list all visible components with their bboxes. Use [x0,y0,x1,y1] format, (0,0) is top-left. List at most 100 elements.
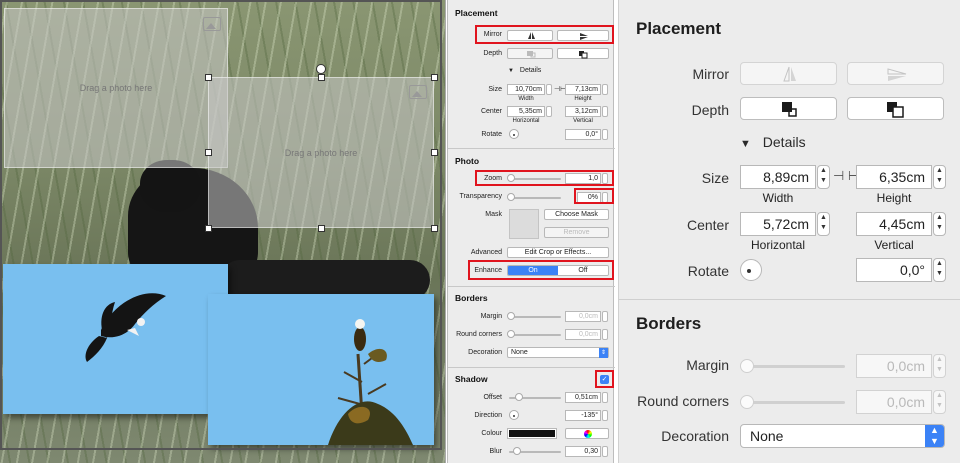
center-label: Center [686,217,729,233]
round-corners-slider[interactable] [743,401,845,404]
vertical-stepper[interactable]: ▲ ▼ [933,212,946,236]
blur-label: Blur [489,448,502,455]
height-caption: Height [876,191,912,205]
horizontal-stepper[interactable]: ▲ ▼ [817,212,830,236]
width-stepper[interactable]: ▲ ▼ [817,165,830,189]
horizontal-field[interactable]: 5,35cm [507,106,545,117]
mask-well[interactable] [509,209,539,239]
placement-title: Placement [636,19,722,38]
decoration-select[interactable]: None ⇕ [507,347,609,358]
margin-stepper[interactable] [602,311,608,322]
details-label: Details [762,134,806,150]
margin-slider[interactable] [743,365,845,368]
select-chevron-icon: ⇕ [599,348,608,358]
details-disclosure[interactable]: ▼ Details [508,67,541,74]
height-stepper[interactable]: ▲ ▼ [933,165,946,189]
depth-label: Depth [483,50,502,57]
rotate-dial[interactable] [740,259,762,281]
direction-stepper[interactable] [602,410,608,421]
disclosure-triangle-icon: ▼ [740,138,751,150]
rotate-dial[interactable] [509,129,519,139]
transparency-slider-knob[interactable] [507,193,515,201]
decoration-select[interactable]: None ▲ ▼ [740,424,945,448]
horizontal-field[interactable]: 5,72cm [740,212,816,236]
round-corners-slider-knob[interactable] [740,395,754,409]
round-corners-stepper[interactable] [602,329,608,340]
vertical-stepper[interactable] [602,106,608,117]
send-backward-icon [579,51,588,59]
advanced-label: Advanced [470,249,502,256]
send-backward-button[interactable] [847,97,944,120]
send-backward-button[interactable] [557,48,609,59]
mirror-vertical-button[interactable] [847,62,944,85]
margin-slider[interactable] [509,316,561,318]
horizontal-stepper[interactable] [546,106,552,117]
bring-forward-icon [527,51,536,58]
margin-field[interactable]: 0,0cm [856,354,932,378]
colour-picker-button[interactable] [565,428,609,439]
round-corners-field[interactable]: 0,0cm [565,329,601,340]
height-stepper[interactable] [602,84,608,95]
offset-stepper[interactable] [602,392,608,403]
rotate-label: Rotate [687,263,729,279]
rotate-field[interactable]: 0,0° [856,258,932,282]
rotate-stepper[interactable]: ▲ ▼ [933,258,946,282]
direction-dial[interactable] [509,410,519,420]
details-disclosure[interactable]: ▼ Details [740,134,806,150]
width-stepper[interactable] [546,84,552,95]
bring-forward-button[interactable] [507,48,553,59]
colour-wheel-icon [584,430,592,438]
remove-mask-button[interactable]: Remove [544,227,609,238]
height-field[interactable]: 6,35cm [856,165,932,189]
highlight-enhance [468,260,614,280]
format-inspector: Placement Mirror Depth ▼ Details Size 10… [447,0,615,463]
size-label: Size [701,170,729,186]
width-field[interactable]: 10,70cm [507,84,545,95]
transparency-slider[interactable] [509,197,561,199]
select-chevron-icon: ▲ ▼ [925,425,944,447]
offset-label: Offset [483,394,502,401]
depth-label: Depth [691,102,729,118]
shadow-colour-well[interactable] [507,428,557,439]
rotate-stepper[interactable] [602,129,608,140]
photo-canvas[interactable]: Drag a photo here Drag a photo here [0,0,446,463]
height-caption: Height [574,96,592,102]
highlight-zoom [475,170,614,186]
size-label: Size [488,86,502,93]
round-corners-label: Round corners [456,331,502,338]
direction-field[interactable]: -135° [565,410,601,421]
round-corners-slider[interactable] [509,334,561,336]
height-field[interactable]: 7,13cm [565,84,601,95]
shadow-title: Shadow [455,374,488,384]
round-corners-stepper[interactable]: ▲ ▼ [933,390,946,414]
section-divider [448,148,615,149]
choose-mask-button[interactable]: Choose Mask [544,209,609,220]
colour-label: Colour [481,430,502,437]
direction-label: Direction [474,412,502,419]
bring-forward-button[interactable] [740,97,837,120]
mirror-horizontal-button[interactable] [740,62,837,85]
blur-slider-knob[interactable] [513,447,521,455]
vertical-field[interactable]: 3,12cm [565,106,601,117]
placement-title: Placement [455,8,498,18]
rotate-field[interactable]: 0,0° [565,129,601,140]
highlight-mirror [475,25,614,44]
edit-crop-button[interactable]: Edit Crop or Effects... [507,247,609,258]
blur-stepper[interactable] [602,446,608,457]
margin-slider-knob[interactable] [740,359,754,373]
offset-slider-knob[interactable] [515,393,523,401]
width-field[interactable]: 8,89cm [740,165,816,189]
zoomed-inspector-detail: Placement Mirror Depth ▼ Details Size 8,… [618,0,960,463]
margin-stepper[interactable]: ▲ ▼ [933,354,946,378]
vertical-caption: Vertical [874,238,914,252]
page-frame [0,0,442,450]
bring-forward-icon [782,102,797,117]
vertical-field[interactable]: 4,45cm [856,212,932,236]
blur-field[interactable]: 0,30 [565,446,601,457]
round-corners-field[interactable]: 0,0cm [856,390,932,414]
round-corners-slider-knob[interactable] [507,330,515,338]
offset-field[interactable]: 0,51cm [565,392,601,403]
margin-field[interactable]: 0,0cm [565,311,601,322]
margin-slider-knob[interactable] [507,312,515,320]
section-divider [448,367,615,368]
